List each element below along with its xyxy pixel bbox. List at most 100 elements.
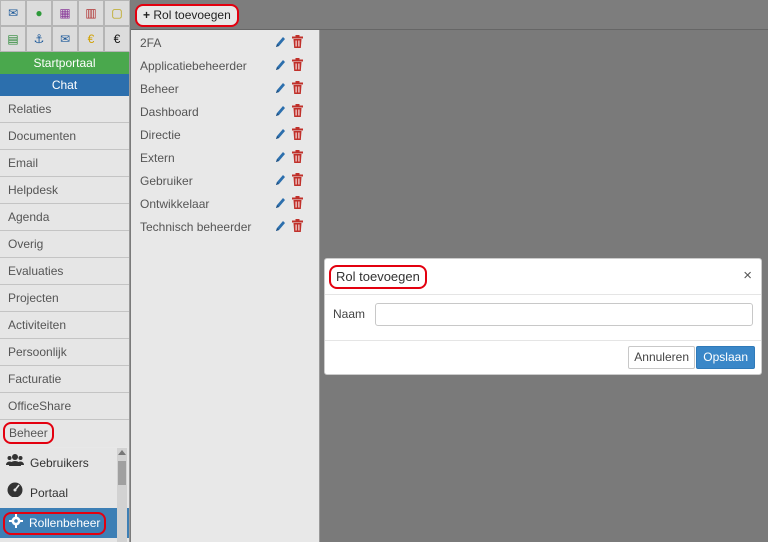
- envelope-icon[interactable]: ✉: [52, 26, 78, 52]
- role-label: Beheer: [140, 81, 179, 96]
- modal-title: Rol toevoegen: [329, 265, 427, 289]
- edit-pencil-icon[interactable]: [274, 81, 286, 95]
- chat-button[interactable]: Chat: [0, 74, 129, 96]
- sidebar-item-beheer[interactable]: Beheer: [0, 420, 129, 447]
- sidebar-item-relaties[interactable]: Relaties: [0, 96, 129, 123]
- submenu-item-portaal[interactable]: Portaal: [0, 478, 129, 508]
- building-icon[interactable]: ▥: [78, 0, 104, 26]
- add-role-label: Rol toevoegen: [153, 8, 231, 22]
- gear-icon: [9, 513, 23, 533]
- save-button[interactable]: Opslaan: [696, 346, 755, 369]
- anchor-icon[interactable]: ⚓: [26, 26, 52, 52]
- role-actions: [274, 219, 303, 233]
- role-row[interactable]: Beheer: [131, 77, 319, 100]
- spreadsheet-icon[interactable]: ▤: [0, 26, 26, 52]
- scrollbar-thumb[interactable]: [118, 461, 126, 485]
- role-label: Directie: [140, 127, 181, 142]
- role-actions: [274, 35, 303, 49]
- role-row[interactable]: Extern: [131, 146, 319, 169]
- modal-footer: Annuleren Opslaan: [325, 341, 761, 375]
- sidebar: ✉ ● ▦ ▥ ▢ ▤ ⚓ ✉ € € Startportaal Chat Relaties Doc…: [0, 0, 130, 542]
- plus-icon: +: [143, 8, 151, 22]
- role-list: 2FA Applicatiebeheerder Beheer Dashboard Dir…: [131, 30, 320, 542]
- delete-trash-icon[interactable]: [292, 196, 303, 209]
- sidebar-item-officeshare[interactable]: OfficeShare: [0, 393, 129, 420]
- edit-pencil-icon[interactable]: [274, 173, 286, 187]
- edit-pencil-icon[interactable]: [274, 35, 286, 49]
- role-label: Dashboard: [140, 104, 199, 119]
- role-actions: [274, 196, 303, 210]
- close-icon[interactable]: ×: [743, 268, 752, 284]
- delete-trash-icon[interactable]: [292, 104, 303, 117]
- role-actions: [274, 58, 303, 72]
- role-actions: [274, 81, 303, 95]
- role-row[interactable]: Directie: [131, 123, 319, 146]
- sidebar-item-persoonlijk[interactable]: Persoonlijk: [0, 339, 129, 366]
- role-label: Extern: [140, 150, 175, 165]
- users-icon: [6, 448, 24, 478]
- edit-pencil-icon[interactable]: [274, 219, 286, 233]
- add-role-modal: Rol toevoegen × Naam Annuleren Opslaan: [324, 258, 762, 375]
- role-row[interactable]: Ontwikkelaar: [131, 192, 319, 215]
- submenu-item-gebruikers[interactable]: Gebruikers: [0, 448, 129, 478]
- add-role-button[interactable]: + Rol toevoegen: [135, 4, 239, 27]
- role-row[interactable]: Applicatiebeheerder: [131, 54, 319, 77]
- submenu-label-gebruikers: Gebruikers: [30, 456, 89, 470]
- delete-trash-icon[interactable]: [292, 58, 303, 71]
- modal-header: Rol toevoegen ×: [325, 259, 761, 295]
- dashboard-icon: [6, 478, 24, 508]
- sidebar-item-label: Beheer: [3, 422, 54, 444]
- role-actions: [274, 127, 303, 141]
- edit-pencil-icon[interactable]: [274, 150, 286, 164]
- edit-pencil-icon[interactable]: [274, 104, 286, 118]
- toolbar: + Rol toevoegen: [131, 0, 768, 30]
- role-row[interactable]: Technisch beheerder: [131, 215, 319, 238]
- edit-pencil-icon[interactable]: [274, 58, 286, 72]
- sidebar-item-helpdesk[interactable]: Helpdesk: [0, 177, 129, 204]
- delete-trash-icon[interactable]: [292, 81, 303, 94]
- delete-trash-icon[interactable]: [292, 35, 303, 48]
- edit-pencil-icon[interactable]: [274, 196, 286, 210]
- app-icon-grid: ✉ ● ▦ ▥ ▢ ▤ ⚓ ✉ € €: [0, 0, 130, 52]
- submenu-label-rollenbeheer: Rollenbeheer: [29, 516, 101, 530]
- role-row[interactable]: 2FA: [131, 31, 319, 54]
- sidebar-item-activiteiten[interactable]: Activiteiten: [0, 312, 129, 339]
- role-label: 2FA: [140, 35, 162, 50]
- delete-trash-icon[interactable]: [292, 219, 303, 232]
- role-label: Technisch beheerder: [140, 219, 252, 234]
- edit-pencil-icon[interactable]: [274, 127, 286, 141]
- role-actions: [274, 104, 303, 118]
- role-actions: [274, 150, 303, 164]
- name-label: Naam: [333, 307, 366, 321]
- role-label: Ontwikkelaar: [140, 196, 210, 211]
- calendar-icon[interactable]: ▦: [52, 0, 78, 26]
- delete-trash-icon[interactable]: [292, 173, 303, 186]
- chat-icon[interactable]: ●: [26, 0, 52, 26]
- role-label: Applicatiebeheerder: [140, 58, 247, 73]
- sidebar-item-overig[interactable]: Overig: [0, 231, 129, 258]
- submenu-scrollbar[interactable]: [117, 448, 127, 542]
- delete-trash-icon[interactable]: [292, 150, 303, 163]
- sidebar-nav: Relaties Documenten Email Helpdesk Agenda Ove…: [0, 96, 129, 447]
- sidebar-item-evaluaties[interactable]: Evaluaties: [0, 258, 129, 285]
- name-input[interactable]: [375, 303, 753, 326]
- euro-yellow-icon[interactable]: €: [78, 26, 104, 52]
- submenu-item-rollenbeheer[interactable]: Rollenbeheer: [0, 508, 129, 538]
- delete-trash-icon[interactable]: [292, 127, 303, 140]
- role-actions: [274, 173, 303, 187]
- modal-body: Naam: [325, 295, 761, 341]
- sidebar-item-projecten[interactable]: Projecten: [0, 285, 129, 312]
- sidebar-item-facturatie[interactable]: Facturatie: [0, 366, 129, 393]
- note-icon[interactable]: ▢: [104, 0, 130, 26]
- cancel-button[interactable]: Annuleren: [628, 346, 695, 369]
- euro-black-icon[interactable]: €: [104, 26, 130, 52]
- role-row[interactable]: Dashboard: [131, 100, 319, 123]
- sidebar-item-documenten[interactable]: Documenten: [0, 123, 129, 150]
- sidebar-item-email[interactable]: Email: [0, 150, 129, 177]
- mail-icon[interactable]: ✉: [0, 0, 26, 26]
- role-row[interactable]: Gebruiker: [131, 169, 319, 192]
- scroll-up-icon[interactable]: [118, 450, 126, 455]
- role-label: Gebruiker: [140, 173, 193, 188]
- startportaal-button[interactable]: Startportaal: [0, 52, 129, 74]
- sidebar-item-agenda[interactable]: Agenda: [0, 204, 129, 231]
